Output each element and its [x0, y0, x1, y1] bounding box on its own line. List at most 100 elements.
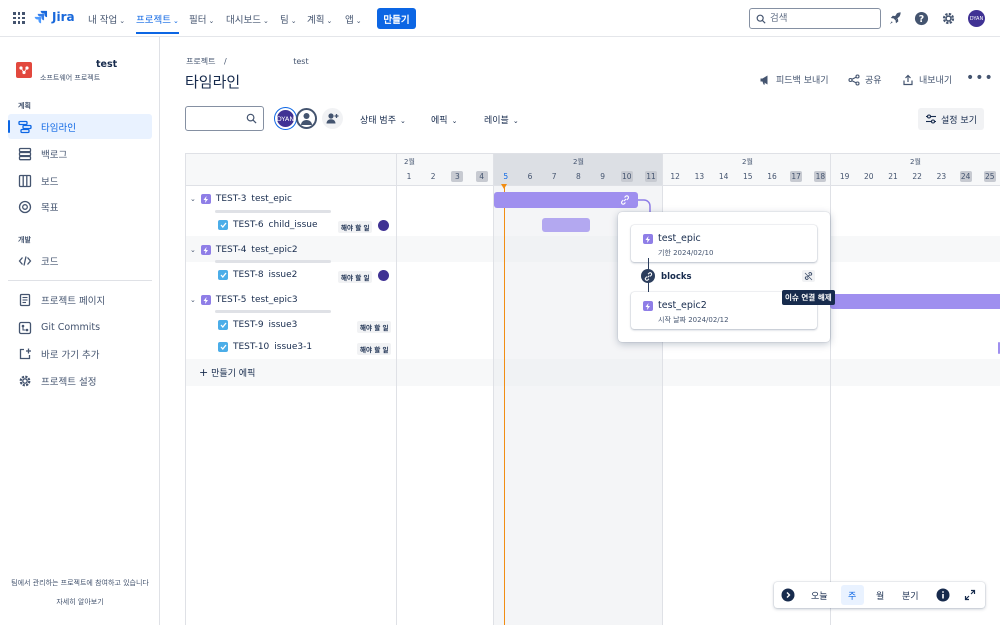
task-row-test-10[interactable]: TEST-10 issue3-1 [218, 342, 312, 352]
project-avatar[interactable] [16, 62, 32, 78]
nav-label: 팀 [280, 15, 289, 26]
sliders-icon [926, 114, 936, 124]
assignee-filter-avatar[interactable]: DYAN [275, 108, 296, 129]
app-switcher-icon[interactable] [13, 12, 25, 24]
issue-summary: child_issue [268, 220, 318, 230]
code-icon [18, 255, 32, 266]
sidebar-item-goals[interactable]: 목표 [8, 194, 152, 219]
epic-row-test-4[interactable]: ⌄ TEST-4 test_epic2 [190, 245, 298, 255]
jira-logo-icon [34, 10, 48, 24]
day-label: 13 [694, 172, 705, 181]
status-badge[interactable]: 해야 할 일 [338, 271, 373, 283]
page-icon [19, 293, 31, 306]
status-badge[interactable]: 해야 할 일 [357, 321, 392, 333]
epic-bar-test-5[interactable] [830, 294, 1000, 309]
sidebar-item-backlog[interactable]: 백로그 [8, 141, 152, 166]
filter-label: 상태 범주 [360, 116, 396, 126]
zoom-weeks-button[interactable]: 주 [848, 589, 856, 602]
label-filter[interactable]: 레이블 ⌄ [484, 113, 519, 126]
sidebar-item-label: 바로 가기 추가 [41, 349, 100, 361]
epic-row-test-5[interactable]: ⌄ TEST-5 test_epic3 [190, 295, 298, 305]
epic-filter[interactable]: 에픽 ⌄ [431, 113, 457, 126]
sidebar-item-label: 코드 [41, 256, 59, 268]
notifications-rocket-icon[interactable] [888, 11, 903, 26]
month-label: 2월 [573, 158, 584, 166]
help-icon[interactable]: ? [914, 11, 929, 26]
create-epic-button[interactable]: + 만들기 에픽 [199, 366, 255, 379]
more-actions-icon[interactable]: ••• [966, 70, 994, 86]
sidebar-item-project-pages[interactable]: 프로젝트 페이지 [8, 287, 152, 312]
sidebar-item-board[interactable]: 보드 [8, 168, 152, 193]
unlink-icon [804, 272, 813, 281]
sidebar-item-code[interactable]: 코드 [8, 248, 152, 273]
task-row-test-6[interactable]: TEST-6 child_issue [218, 220, 318, 230]
nav-dashboards[interactable]: 대시보드 ⌄ [226, 12, 269, 26]
sidebar-item-label: 타임라인 [41, 122, 76, 134]
collapse-panel-icon[interactable] [781, 588, 795, 602]
sidebar-item-project-settings[interactable]: 프로젝트 설정 [8, 368, 152, 393]
zoom-months-button[interactable]: 월 [876, 589, 884, 602]
epic-bar-test-3[interactable] [494, 192, 638, 208]
dependency-card-source[interactable]: test_epic 기한 2024/02/10 [631, 225, 817, 262]
zoom-quarters-button[interactable]: 분기 [902, 589, 919, 602]
sidebar-item-add-shortcut[interactable]: 바로 가기 추가 [8, 341, 152, 366]
link-icon[interactable] [620, 195, 630, 205]
breadcrumb-projects[interactable]: 프로젝트 [186, 57, 215, 66]
nav-projects[interactable]: 프로젝트 ⌄ [136, 12, 179, 34]
nav-teams[interactable]: 팀 ⌄ [280, 12, 297, 26]
fullscreen-icon[interactable] [964, 589, 976, 601]
dependency-popup: test_epic 기한 2024/02/10 blocks test_epic… [618, 212, 830, 342]
unassigned-filter-avatar[interactable] [296, 108, 317, 129]
day-label: 19 [839, 172, 850, 181]
timeline-search-input[interactable] [185, 106, 264, 131]
logo-text: Jira [52, 10, 75, 24]
status-category-filter[interactable]: 상태 범주 ⌄ [360, 113, 406, 126]
week-divider [493, 153, 494, 625]
feedback-button[interactable]: 피드백 보내기 [759, 73, 829, 86]
nav-label: 계획 [307, 15, 325, 26]
issue-key: TEST-6 [233, 220, 264, 230]
nav-my-work[interactable]: 내 작업 ⌄ [88, 12, 125, 26]
view-settings-button[interactable]: 설정 보기 [918, 108, 984, 130]
task-row-test-9[interactable]: TEST-9 issue3 [218, 320, 297, 330]
user-avatar[interactable]: DYAN [968, 10, 985, 27]
card-title: test_epic2 [658, 300, 707, 311]
issue-key: TEST-4 [215, 245, 247, 255]
day-label: 14 [718, 172, 729, 181]
megaphone-icon [760, 75, 768, 84]
info-icon[interactable] [936, 588, 950, 602]
nav-plans[interactable]: 계획 ⌄ [307, 12, 332, 26]
sidebar-item-label: 백로그 [41, 149, 68, 161]
today-button[interactable]: 오늘 [811, 589, 828, 602]
add-people-button[interactable] [322, 108, 343, 129]
sidebar-item-timeline[interactable]: 타임라인 [8, 114, 152, 139]
epic-row-test-3[interactable]: ⌄ TEST-3 test_epic [190, 194, 292, 204]
status-badge[interactable]: 해야 할 일 [338, 221, 373, 233]
nav-label: 대시보드 [226, 15, 261, 26]
chevron-down-icon[interactable]: ⌄ [190, 296, 196, 304]
search-input[interactable] [770, 13, 870, 24]
breadcrumb-project[interactable]: test [293, 57, 308, 66]
export-icon [903, 74, 913, 85]
month-label: 2월 [910, 158, 921, 166]
jira-logo[interactable]: Jira [34, 10, 75, 24]
nav-apps[interactable]: 앱 ⌄ [345, 12, 362, 26]
chevron-down-icon[interactable]: ⌄ [190, 195, 196, 203]
settings-gear-icon[interactable] [941, 11, 956, 26]
unlink-button[interactable] [802, 270, 815, 282]
settings-gear-icon [19, 375, 31, 386]
global-search[interactable] [749, 8, 881, 29]
project-name[interactable]: test [96, 59, 117, 70]
chevron-down-icon[interactable]: ⌄ [190, 246, 196, 254]
sidebar-item-git-commits[interactable]: Git Commits [8, 315, 152, 340]
status-badge[interactable]: 해야 할 일 [357, 343, 392, 355]
chevron-down-icon: ⌄ [326, 17, 333, 25]
task-bar-test-6[interactable] [542, 218, 590, 232]
export-button[interactable]: 내보내기 [902, 73, 952, 86]
share-button[interactable]: 공유 [848, 73, 882, 86]
create-button[interactable]: 만들기 [377, 8, 416, 29]
nav-filters[interactable]: 필터 ⌄ [189, 12, 214, 26]
nav-label: 내 작업 [88, 15, 118, 26]
task-row-test-8[interactable]: TEST-8 issue2 [218, 270, 297, 280]
learn-more-link[interactable]: 자세히 알아보기 [0, 597, 160, 607]
